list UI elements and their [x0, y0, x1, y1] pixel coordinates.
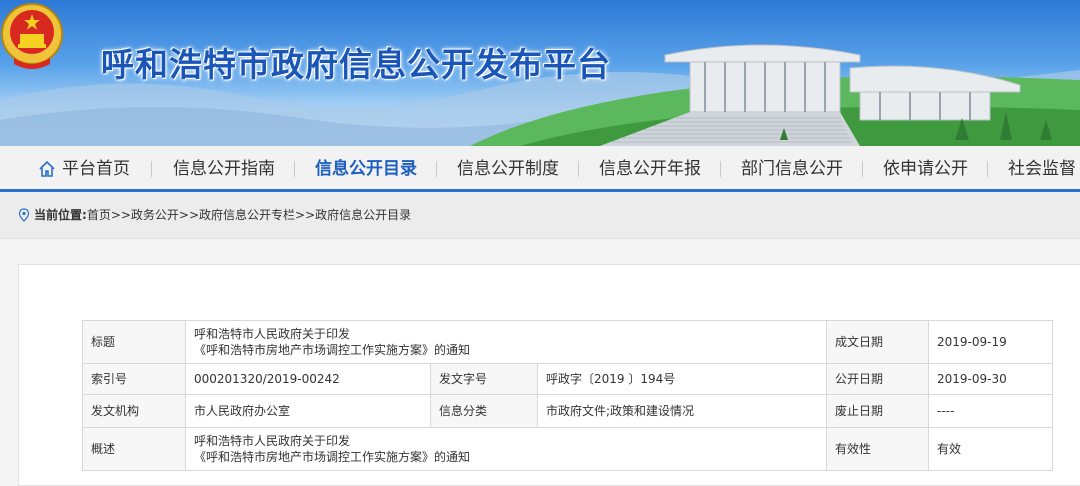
nav-divider: [720, 161, 721, 177]
document-info-table: 标题 呼和浩特市人民政府关于印发 《呼和浩特市房地产市场调控工作实施方案》的通知…: [82, 320, 1053, 471]
summary-value: 呼和浩特市人民政府关于印发 《呼和浩特市房地产市场调控工作实施方案》的通知: [185, 427, 827, 471]
site-title: 呼和浩特市政府信息公开发布平台: [101, 45, 611, 84]
nav-item-supervision[interactable]: 社会监督: [1008, 146, 1076, 189]
nav-divider: [578, 161, 579, 177]
docno-label: 发文字号: [430, 363, 538, 395]
nav-item-application[interactable]: 依申请公开: [883, 146, 968, 189]
validity-value: 有效: [928, 427, 1053, 471]
date-label: 成文日期: [826, 320, 929, 364]
nav-divider: [436, 161, 437, 177]
title-value: 呼和浩特市人民政府关于印发 《呼和浩特市房地产市场调控工作实施方案》的通知: [185, 320, 827, 364]
nav-item-annual-report[interactable]: 信息公开年报: [599, 146, 701, 189]
table-row: 概述 呼和浩特市人民政府关于印发 《呼和浩特市房地产市场调控工作实施方案》的通知…: [82, 427, 1053, 471]
title-label: 标题: [82, 320, 186, 364]
index-value: 000201320/2019-00242: [185, 363, 431, 395]
summary-label: 概述: [82, 427, 186, 471]
issuer-label: 发文机构: [82, 394, 186, 428]
expire-label: 废止日期: [826, 394, 929, 428]
table-row: 标题 呼和浩特市人民政府关于印发 《呼和浩特市房地产市场调控工作实施方案》的通知…: [82, 320, 1053, 364]
summary-line-1: 呼和浩特市人民政府关于印发: [194, 434, 351, 448]
docno-value: 呼政字〔2019 〕194号: [537, 363, 827, 395]
validity-label: 有效性: [826, 427, 929, 471]
issuer-value: 市人民政府办公室: [185, 394, 431, 428]
nav-divider: [987, 161, 988, 177]
table-row: 发文机构 市人民政府办公室 信息分类 市政府文件;政策和建设情况 废止日期 --…: [82, 394, 1053, 428]
nav-divider: [151, 161, 152, 177]
breadcrumb-path[interactable]: 首页>>政务公开>>政府信息公开专栏>>政府信息公开目录: [87, 208, 411, 222]
index-label: 索引号: [82, 363, 186, 395]
pubdate-label: 公开日期: [826, 363, 929, 395]
main-nav: 平台首页 信息公开指南 信息公开目录 信息公开制度 信息公开年报 部门信息公开 …: [0, 146, 1080, 192]
location-pin-icon: [18, 208, 30, 222]
category-label: 信息分类: [430, 394, 538, 428]
pubdate-value: 2019-09-30: [928, 363, 1053, 395]
nav-item-department[interactable]: 部门信息公开: [741, 146, 843, 189]
national-emblem-icon: [1, 3, 63, 69]
home-icon: [39, 160, 55, 177]
nav-divider: [862, 161, 863, 177]
nav-item-guide[interactable]: 信息公开指南: [173, 146, 275, 189]
breadcrumb: 当前位置:首页>>政务公开>>政府信息公开专栏>>政府信息公开目录: [18, 206, 411, 223]
date-value: 2019-09-19: [928, 320, 1053, 364]
breadcrumb-prefix: 当前位置:: [34, 208, 87, 222]
breadcrumb-bar: 当前位置:首页>>政务公开>>政府信息公开专栏>>政府信息公开目录: [0, 192, 1080, 239]
table-row: 索引号 000201320/2019-00242 发文字号 呼政字〔2019 〕…: [82, 363, 1053, 395]
nav-divider: [294, 161, 295, 177]
header-banner: 呼和浩特市政府信息公开发布平台: [0, 0, 1080, 146]
nav-item-system[interactable]: 信息公开制度: [457, 146, 559, 189]
nav-item-home[interactable]: 平台首页: [38, 146, 130, 189]
summary-line-2: 《呼和浩特市房地产市场调控工作实施方案》的通知: [194, 450, 471, 464]
expire-value: ----: [928, 394, 1053, 428]
category-value: 市政府文件;政策和建设情况: [537, 394, 827, 428]
title-line-1: 呼和浩特市人民政府关于印发: [194, 327, 351, 341]
title-line-2: 《呼和浩特市房地产市场调控工作实施方案》的通知: [194, 343, 471, 357]
nav-item-catalog[interactable]: 信息公开目录: [315, 146, 417, 189]
nav-item-home-label: 平台首页: [62, 159, 130, 179]
